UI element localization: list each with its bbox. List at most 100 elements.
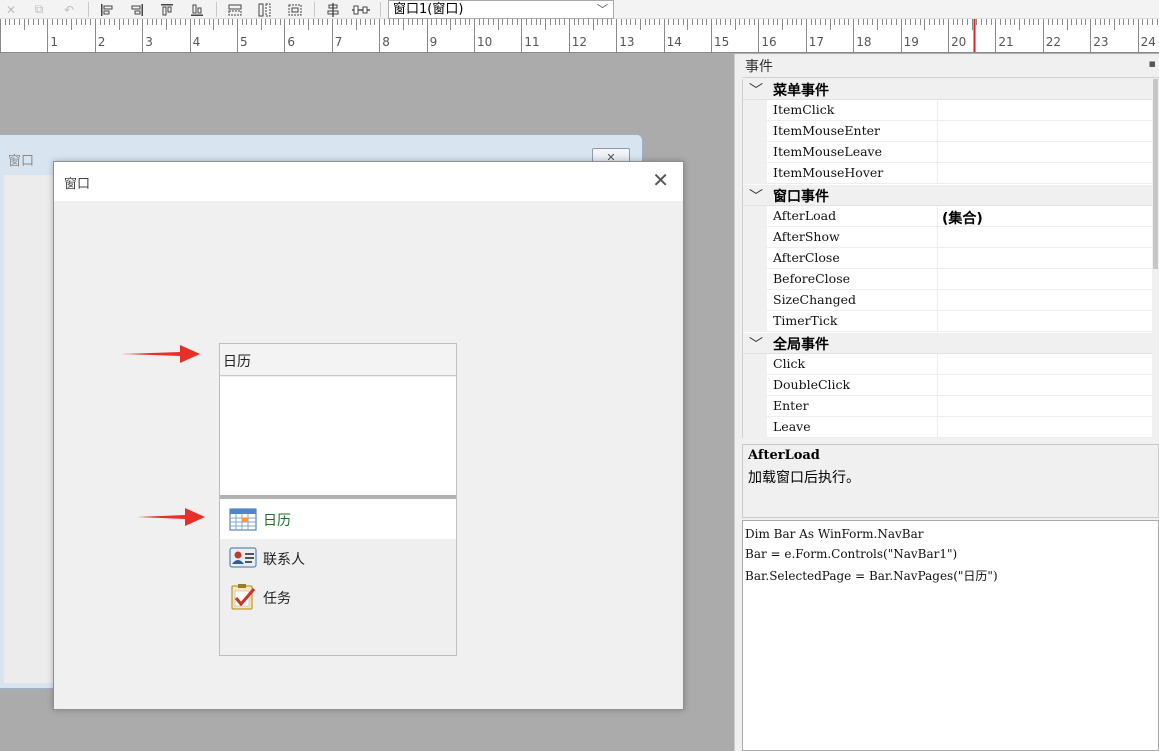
- navbar-page-content: [220, 377, 456, 495]
- background-window-title: 窗口: [8, 154, 35, 169]
- event-value[interactable]: [937, 290, 1152, 311]
- annotation-arrow-icon: [137, 508, 205, 526]
- navbar-item-label: 日历: [263, 513, 291, 529]
- event-name: ItemClick: [773, 102, 835, 117]
- center-vertical-icon[interactable]: [324, 1, 342, 18]
- collapse-chevron-icon[interactable]: ﹀: [749, 334, 763, 354]
- navbar-header: 日历: [220, 344, 456, 376]
- event-row[interactable]: Enter: [743, 396, 1152, 417]
- navbar-header-title: 日历: [223, 354, 251, 370]
- toolbar-separator: [380, 2, 381, 17]
- delete-icon[interactable]: ✕: [2, 1, 20, 18]
- collapse-chevron-icon[interactable]: ﹀: [749, 186, 763, 206]
- ruler-number: 5: [240, 35, 248, 49]
- event-row[interactable]: ItemMouseLeave: [743, 142, 1152, 163]
- align-left-icon[interactable]: [98, 1, 116, 18]
- event-name: ItemMouseHover: [773, 165, 884, 180]
- align-right-icon[interactable]: [128, 1, 146, 18]
- event-value[interactable]: [937, 396, 1152, 417]
- ruler-number: 21: [998, 35, 1013, 49]
- annotation-arrow-icon: [122, 345, 200, 363]
- center-horizontal-icon[interactable]: [352, 1, 370, 18]
- event-value[interactable]: [937, 100, 1152, 121]
- align-top-icon[interactable]: [158, 1, 176, 18]
- size-width-icon[interactable]: [226, 1, 244, 18]
- navbar-item-calendar[interactable]: 日历: [220, 499, 456, 539]
- align-bottom-icon[interactable]: [188, 1, 206, 18]
- chevron-down-icon[interactable]: ﹀: [597, 1, 608, 18]
- event-value[interactable]: [937, 142, 1152, 163]
- event-row[interactable]: ItemClick: [743, 100, 1152, 121]
- event-value[interactable]: (集合): [937, 206, 1152, 227]
- event-row[interactable]: TimerTick: [743, 311, 1152, 332]
- code-editor[interactable]: Dim Bar As WinForm.NavBar Bar = e.Form.C…: [742, 520, 1159, 751]
- event-row[interactable]: BeforeClose: [743, 269, 1152, 290]
- navbar-control[interactable]: 日历 日历 联系人 任务: [219, 343, 457, 656]
- ruler-number: 17: [809, 35, 824, 49]
- event-row[interactable]: AfterClose: [743, 248, 1152, 269]
- size-height-icon[interactable]: [256, 1, 274, 18]
- event-value[interactable]: [937, 163, 1152, 184]
- event-row[interactable]: DoubleClick: [743, 375, 1152, 396]
- category-name: 全局事件: [773, 337, 829, 353]
- category-menu-events[interactable]: ﹀ 菜单事件: [743, 79, 1152, 100]
- event-value[interactable]: [937, 248, 1152, 269]
- ruler-number: 11: [524, 35, 539, 49]
- event-value[interactable]: [937, 227, 1152, 248]
- ruler-number: 20: [951, 35, 966, 49]
- ruler-number: 16: [761, 35, 776, 49]
- description-event-name: AfterLoad: [748, 448, 820, 463]
- toolbar-separator: [216, 2, 217, 17]
- event-row[interactable]: ItemMouseEnter: [743, 121, 1152, 142]
- code-line: Dim Bar As WinForm.NavBar: [745, 527, 924, 541]
- event-row[interactable]: AfterShow: [743, 227, 1152, 248]
- group-icon[interactable]: ⧉: [30, 1, 48, 18]
- calendar-icon: [229, 508, 257, 531]
- event-row[interactable]: Leave: [743, 417, 1152, 438]
- event-row[interactable]: ItemMouseHover: [743, 163, 1152, 184]
- undo-icon[interactable]: ↶: [60, 1, 78, 18]
- horizontal-ruler: 1 2 3 4 5 6 7 8 9 10 11 12 13 14 15 16 17 18 19 20 21 22 23 24: [0, 19, 1159, 53]
- panel-splitter[interactable]: [734, 54, 742, 751]
- object-selector-value: 窗口1(窗口): [393, 2, 464, 17]
- event-grid: ﹀ 菜单事件 ItemClick ItemMouseEnter ItemMous…: [742, 79, 1152, 438]
- scrollbar-thumb[interactable]: [1153, 79, 1158, 269]
- contact-card-icon: [229, 547, 257, 568]
- close-icon[interactable]: ✕: [652, 170, 669, 190]
- ruler-number: 6: [287, 35, 295, 49]
- event-name: Enter: [773, 398, 809, 413]
- ruler-number: 4: [193, 35, 201, 49]
- description-text: 加载窗口后执行。: [748, 470, 860, 486]
- event-name: DoubleClick: [773, 377, 851, 392]
- event-row[interactable]: AfterLoad (集合): [743, 206, 1152, 227]
- ruler-ticks: 1 2 3 4 5 6 7 8 9 10 11 12 13 14 15 16 17 18 19 20 21 22 23 24: [0, 19, 1158, 52]
- object-selector-combo[interactable]: 窗口1(窗口) ﹀: [388, 0, 614, 19]
- navbar-item-label: 任务: [263, 591, 291, 607]
- category-name: 窗口事件: [773, 189, 829, 205]
- ruler-number: 14: [667, 35, 682, 49]
- event-row[interactable]: SizeChanged: [743, 290, 1152, 311]
- category-window-events[interactable]: ﹀ 窗口事件: [743, 185, 1152, 206]
- event-value[interactable]: [937, 269, 1152, 290]
- event-name: ItemMouseLeave: [773, 144, 883, 159]
- event-value[interactable]: [937, 375, 1152, 396]
- pin-icon[interactable]: ▪: [1149, 57, 1156, 70]
- event-value[interactable]: [937, 311, 1152, 332]
- collapse-chevron-icon[interactable]: ﹀: [749, 80, 763, 100]
- event-value[interactable]: [937, 121, 1152, 142]
- event-value[interactable]: [937, 417, 1152, 438]
- category-global-events[interactable]: ﹀ 全局事件: [743, 333, 1152, 354]
- ruler-number: 2: [98, 35, 106, 49]
- navbar-item-contacts[interactable]: 联系人: [220, 538, 456, 578]
- ruler-number: 19: [904, 35, 919, 49]
- event-row[interactable]: Click: [743, 354, 1152, 375]
- events-panel-header: 事件 ▪: [742, 54, 1159, 78]
- ruler-number: 22: [1046, 35, 1061, 49]
- window-title: 窗口: [64, 177, 91, 192]
- event-name: AfterShow: [773, 229, 840, 244]
- toolbar-separator: [88, 2, 89, 17]
- size-both-icon[interactable]: [286, 1, 304, 18]
- event-value[interactable]: [937, 354, 1152, 375]
- event-grid-scrollbar[interactable]: [1152, 79, 1159, 438]
- navbar-item-tasks[interactable]: 任务: [220, 577, 456, 617]
